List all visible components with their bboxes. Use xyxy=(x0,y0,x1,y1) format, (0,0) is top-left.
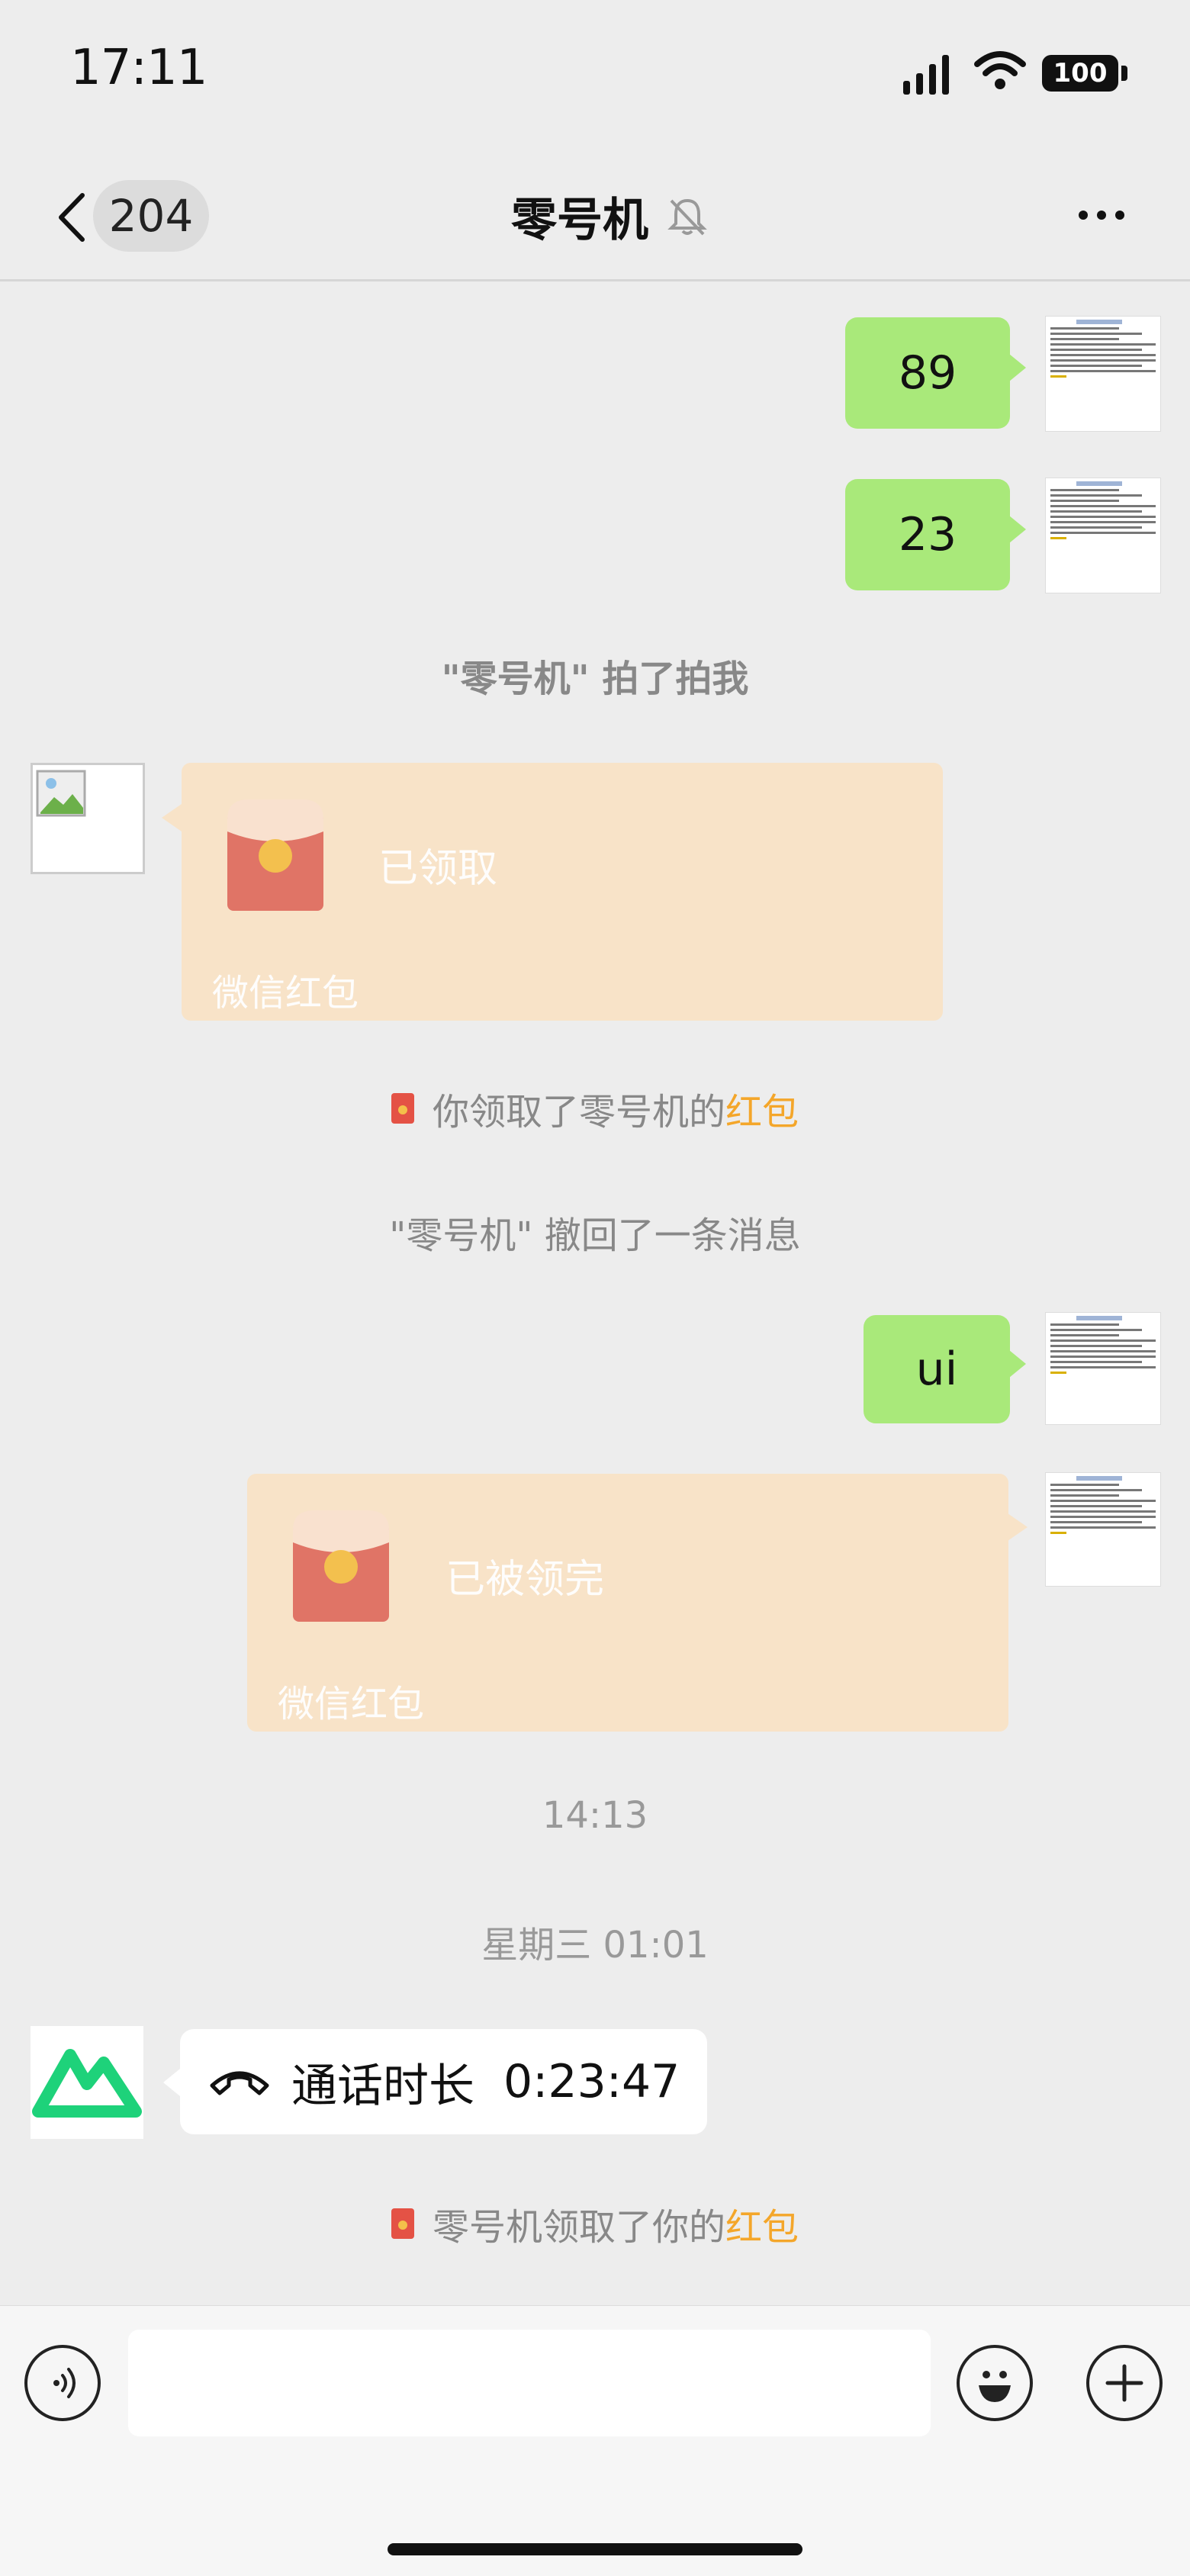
status-time: 17:11 xyxy=(70,40,207,96)
envelope-status: 已被领完 xyxy=(445,1557,605,1603)
red-envelope-link[interactable]: 红包 xyxy=(725,1091,799,1134)
call-duration: 0:23:47 xyxy=(503,2055,680,2108)
red-envelope-card[interactable]: 已被领完 微信红包 xyxy=(247,1474,1008,1732)
envelope-status: 已领取 xyxy=(378,846,498,892)
wifi-icon xyxy=(974,51,1026,89)
red-envelope-icon xyxy=(391,1093,414,1124)
pat-notice: "零号机" 拍了拍我 xyxy=(441,658,749,700)
envelope-label: 微信红包 xyxy=(278,1683,425,1725)
emoji-icon[interactable] xyxy=(957,2345,1033,2421)
battery-tip xyxy=(1121,66,1127,81)
chat-title: 零号机 xyxy=(511,194,648,247)
timestamp: 14:13 xyxy=(542,1794,648,1837)
plus-icon[interactable] xyxy=(1086,2345,1163,2421)
envelope-label: 微信红包 xyxy=(212,972,359,1015)
envelope-tail xyxy=(1008,1513,1028,1541)
call-label: 通话时长 xyxy=(291,2059,474,2113)
battery-indicator: 100 xyxy=(1042,55,1118,92)
received-notice: 你领取了零号机的红包 xyxy=(0,1082,1190,1135)
red-envelope-icon xyxy=(391,2208,414,2239)
red-envelope-card[interactable]: 已领取 微信红包 xyxy=(182,763,943,1021)
avatar-contact[interactable] xyxy=(31,2026,143,2139)
avatar-contact[interactable] xyxy=(31,763,145,874)
avatar-self[interactable] xyxy=(1045,478,1161,593)
avatar-self[interactable] xyxy=(1045,1472,1161,1587)
more-icon[interactable] xyxy=(1079,211,1124,220)
bubble-tail xyxy=(1009,1350,1026,1378)
bubble-tail xyxy=(163,2069,180,2096)
red-envelope-icon xyxy=(227,799,323,911)
unread-count-badge[interactable]: 204 xyxy=(93,180,209,252)
home-indicator xyxy=(388,2543,802,2555)
timestamp: 星期三 01:01 xyxy=(481,1924,709,1967)
call-record-bubble[interactable]: 通话时长 0:23:47 xyxy=(180,2029,708,2134)
red-envelope-link[interactable]: 红包 xyxy=(725,2206,799,2249)
voice-icon[interactable] xyxy=(24,2345,101,2421)
bubble-tail xyxy=(1009,516,1026,543)
chat-title-group: 零号机 xyxy=(511,183,709,249)
recalled-notice: "零号机" 撤回了一条消息 xyxy=(389,1214,801,1257)
claimed-notice-text: 零号机领取了你的 xyxy=(432,2206,725,2249)
contact-logo-icon xyxy=(32,2049,142,2118)
envelope-tail xyxy=(162,804,182,831)
avatar-self[interactable] xyxy=(1045,316,1161,432)
avatar-self[interactable] xyxy=(1045,1312,1161,1425)
cellular-signal-icon xyxy=(903,53,949,95)
claimed-notice: 零号机领取了你的红包 xyxy=(0,2197,1190,2250)
message-input[interactable] xyxy=(128,2330,931,2436)
red-envelope-icon xyxy=(293,1510,389,1622)
received-notice-text: 你领取了零号机的 xyxy=(432,1091,725,1134)
nav-divider xyxy=(0,279,1190,281)
message-bubble-outgoing[interactable]: 23 xyxy=(845,479,1010,590)
phone-icon xyxy=(210,2071,269,2095)
broken-image-icon xyxy=(36,770,86,817)
back-chevron-icon[interactable] xyxy=(55,191,88,244)
bubble-tail xyxy=(1009,354,1026,381)
message-bubble-outgoing[interactable]: ui xyxy=(864,1315,1010,1423)
mute-bell-icon xyxy=(667,198,707,235)
message-bubble-outgoing[interactable]: 89 xyxy=(845,317,1010,429)
